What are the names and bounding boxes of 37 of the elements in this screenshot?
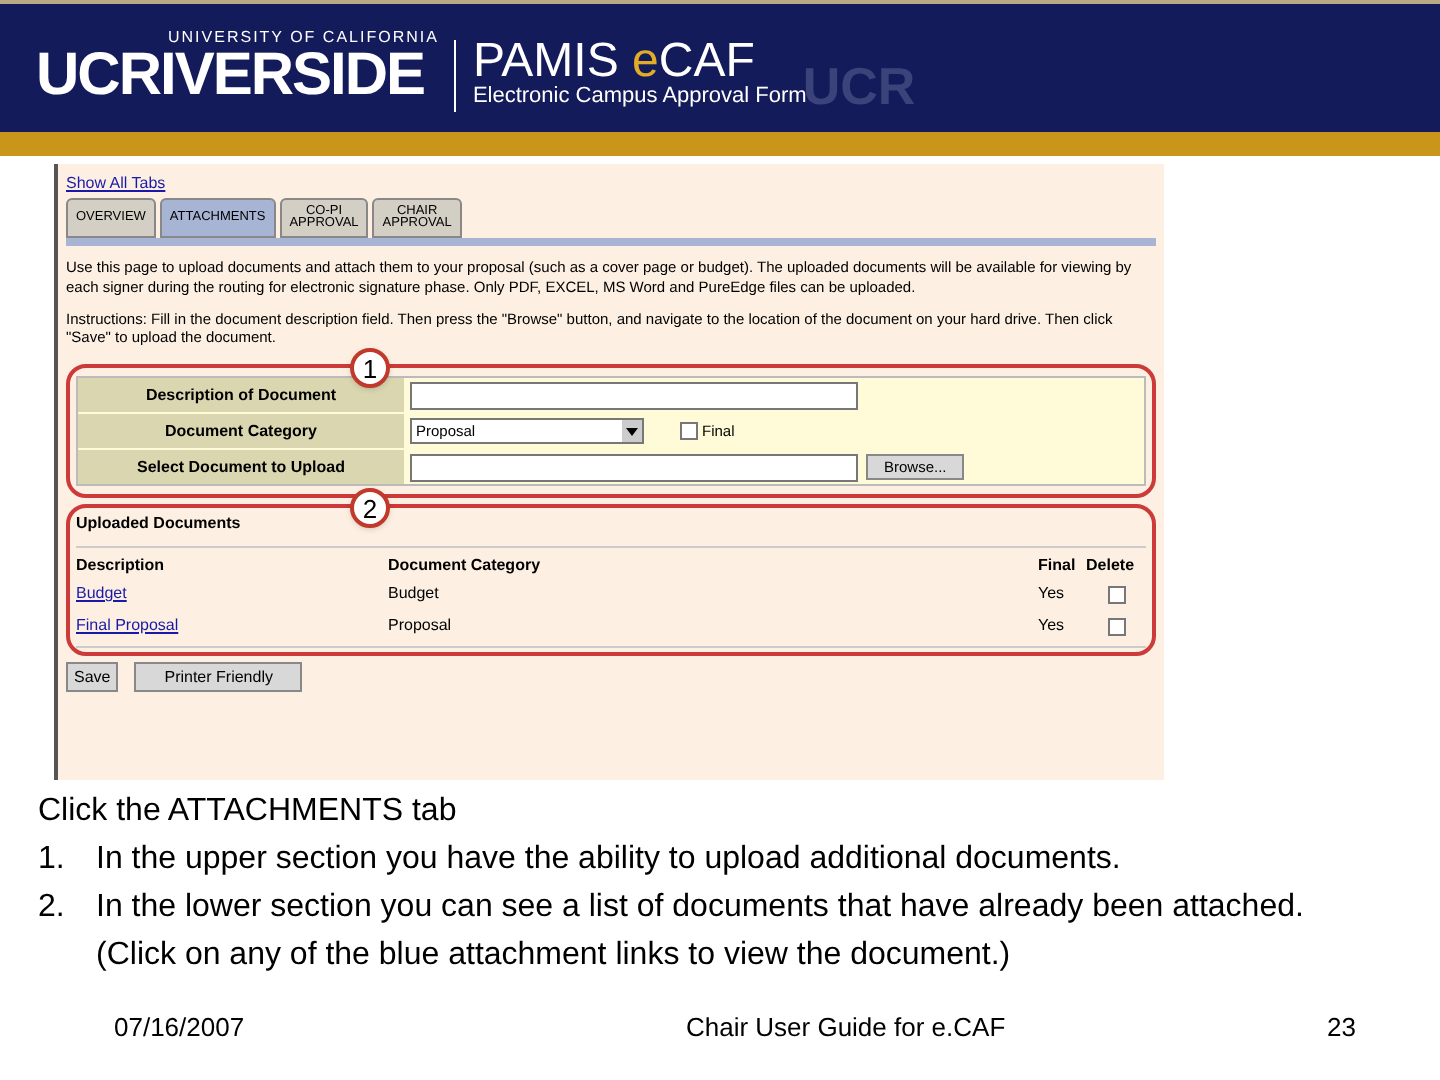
table-cell-text: Proposal	[388, 614, 454, 638]
form-label: Document Category	[78, 414, 404, 448]
document-link[interactable]: Final Proposal	[76, 614, 179, 638]
document-link[interactable]: Budget	[76, 582, 127, 606]
footer-title: Chair User Guide for e.CAF	[685, 1010, 1006, 1046]
form-button[interactable]: Printer Friendly	[134, 662, 303, 692]
table-cell-text: Yes	[1038, 582, 1067, 606]
app-subtitle: Electronic Campus Approval Form	[472, 85, 807, 107]
callout-number: 2	[350, 488, 390, 528]
university-tagline: UNIVERSITY OF CALIFORNIA	[166, 30, 439, 46]
show-all-tabs-link[interactable]: Show All Tabs	[66, 172, 166, 196]
university-logo: UCRIVERSIDE	[36, 46, 425, 106]
caption-text: In the lower section you can see a list of documents that have already been attached. (Click on any of the blue attachment links to view the document.)	[96, 888, 1306, 976]
form-button[interactable]: Save	[66, 662, 119, 692]
uploaded-title: Uploaded Documents	[76, 512, 243, 536]
file-field[interactable]	[410, 453, 858, 481]
checkbox[interactable]	[1107, 585, 1125, 603]
form-label: Description of Document	[78, 378, 404, 412]
form-label: Select Document to Upload	[78, 450, 404, 484]
checkbox[interactable]	[1107, 617, 1125, 635]
column-header: Description	[76, 554, 165, 578]
list-number: 1.	[38, 840, 67, 880]
caption-lead: Click the ATTACHMENTS tab	[38, 792, 459, 832]
column-header: Document Category	[388, 554, 541, 578]
caret-icon	[622, 420, 642, 442]
callout-number: 1	[350, 348, 390, 388]
table-cell-text: Yes	[1038, 614, 1067, 638]
page-number: 23	[1327, 1010, 1356, 1046]
column-header: Final	[1038, 554, 1076, 578]
column-header: Delete	[1086, 554, 1135, 578]
caption-text: In the upper section you have the ability to upload additional documents.	[96, 840, 1123, 880]
footer-date: 07/16/2007	[114, 1010, 245, 1046]
table-cell-text: Budget	[388, 582, 441, 606]
list-number: 2.	[38, 888, 67, 928]
app-title: PAMIS eCAF	[472, 37, 757, 85]
description-field[interactable]	[410, 381, 858, 409]
checkbox[interactable]	[680, 422, 698, 440]
